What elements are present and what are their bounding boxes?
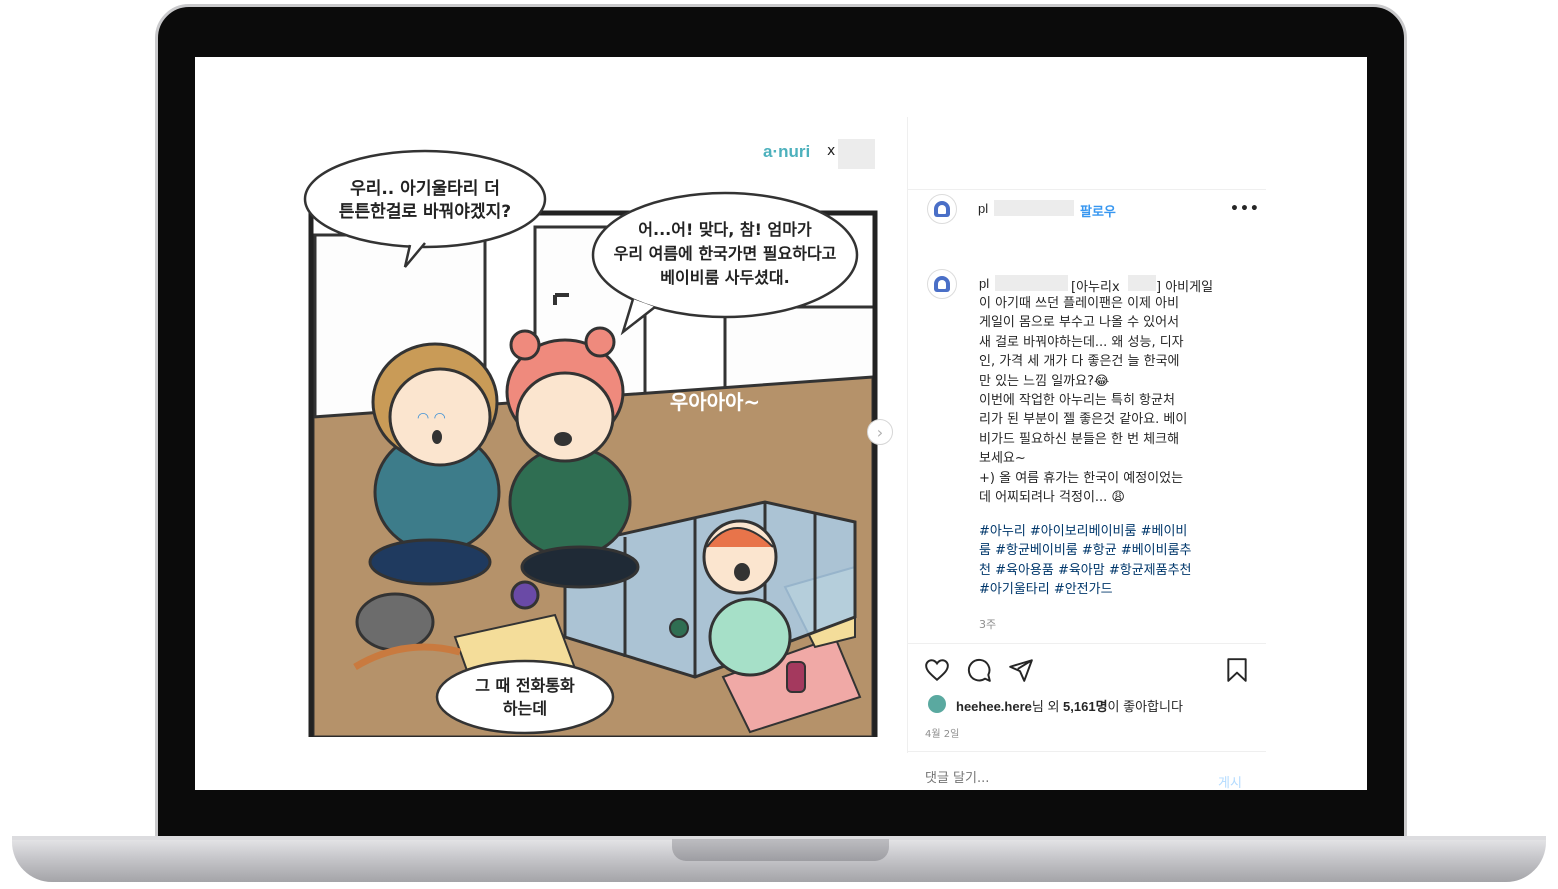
mom-legs bbox=[520, 545, 640, 589]
more-icon[interactable]: ••• bbox=[1230, 201, 1260, 217]
likes-text-end: 이 좋아합니다 bbox=[1107, 699, 1183, 714]
toy-rattle bbox=[510, 580, 540, 610]
caption-tag-start: [아누리x bbox=[1071, 280, 1120, 295]
mom-face bbox=[515, 371, 615, 463]
heart-icon[interactable] bbox=[924, 657, 950, 683]
author-avatar[interactable] bbox=[927, 194, 957, 224]
toy-bottle bbox=[786, 661, 806, 693]
comment-input[interactable] bbox=[925, 771, 1175, 786]
laptop-notch bbox=[672, 839, 889, 861]
comic-sound-effect: 우아아아~ bbox=[670, 390, 760, 414]
dad-legs bbox=[368, 538, 492, 586]
toy-ball bbox=[669, 618, 689, 638]
caption-tag-redacted bbox=[1128, 275, 1156, 291]
caption-author-avatar[interactable] bbox=[927, 269, 957, 299]
bookmark-icon[interactable] bbox=[1224, 657, 1250, 683]
share-icon[interactable] bbox=[1008, 657, 1034, 683]
comic-brand-logo: a·nuri bbox=[763, 142, 810, 161]
instagram-post-screen: ◠ ◠ 우리.. 아기울타리 더 튼튼한걸로 바꿔야겠지? 어...어! 맞다,… bbox=[195, 57, 1367, 790]
dad-mouth bbox=[432, 430, 442, 444]
likes-text-mid: 님 외 bbox=[1031, 699, 1064, 714]
post-caption: 이 아기때 쓰던 플레이팬은 이제 아비 게일이 몸으로 부수고 나올 수 있어… bbox=[979, 296, 1188, 506]
comic-bubble1-line1: 우리.. 아기울타리 더 bbox=[350, 179, 500, 199]
comic-bubble1-line2: 튼튼한걸로 바꿔야겠지? bbox=[339, 202, 511, 222]
post-side-panel: pl 팔로우 ••• pl [아누리x ] 아비게일 이 아기때 쓰던 플레이팬… bbox=[907, 117, 1266, 790]
baby-mouth bbox=[734, 563, 750, 581]
caption-username-redacted bbox=[995, 275, 1068, 291]
mom-mouth bbox=[554, 432, 572, 446]
follow-button[interactable]: 팔로우 bbox=[1080, 201, 1116, 220]
post-comment-button[interactable]: 게시 bbox=[1218, 772, 1242, 790]
post-time-ago: 3주 bbox=[979, 618, 997, 631]
post-date: 4월 2일 bbox=[925, 729, 960, 740]
likes-summary[interactable]: heehee.here님 외 5,161명이 좋아합니다 bbox=[956, 696, 1183, 715]
baby-body bbox=[708, 597, 792, 677]
comic-bubble3-line1: 그 때 전화통화 bbox=[475, 676, 575, 695]
chevron-right-icon: › bbox=[876, 422, 884, 442]
comic-bubble2-line3: 베이비룸 사두셨대. bbox=[660, 268, 789, 287]
author-username[interactable]: pl bbox=[978, 201, 988, 216]
likes-user[interactable]: heehee.here bbox=[956, 699, 1032, 714]
likes-count[interactable]: 5,161명 bbox=[1063, 699, 1108, 714]
post-hashtags[interactable]: #아누리 #아이보리베이비룸 #베이비 룸 #항균베이비룸 #항균 #베이비룸추… bbox=[979, 522, 1241, 600]
next-image-button[interactable]: › bbox=[867, 419, 893, 445]
comment-divider bbox=[908, 751, 1266, 752]
speech-bubble-dad bbox=[303, 149, 547, 249]
caption-username[interactable]: pl bbox=[979, 276, 989, 291]
post-comic-image[interactable]: ◠ ◠ 우리.. 아기울타리 더 튼튼한걸로 바꿔야겠지? 어...어! 맞다,… bbox=[295, 117, 905, 737]
speech-bubble-narration bbox=[435, 659, 615, 735]
username-redacted bbox=[994, 200, 1074, 216]
comic-bubble2-line1: 어...어! 맞다, 참! 엄마가 bbox=[638, 220, 812, 239]
comic-bubble2-line2: 우리 여름에 한국가면 필요하다고 bbox=[614, 244, 837, 263]
comic-brand-x: x bbox=[827, 143, 835, 159]
mom-bun-right bbox=[584, 326, 616, 358]
mom-body bbox=[508, 445, 632, 559]
comment-icon[interactable] bbox=[966, 657, 992, 683]
toy-elephant bbox=[355, 592, 435, 652]
comic-brand-redacted bbox=[838, 139, 875, 169]
comic-bubble3-line2: 하는데 bbox=[503, 699, 547, 718]
post-header bbox=[908, 117, 1266, 190]
caption-tag-end: ] 아비게일 bbox=[1156, 280, 1214, 295]
actions-divider bbox=[908, 643, 1266, 644]
liker-avatar[interactable] bbox=[928, 695, 946, 713]
mom-bun-left bbox=[509, 329, 541, 361]
dad-eyes: ◠ ◠ bbox=[417, 410, 446, 426]
